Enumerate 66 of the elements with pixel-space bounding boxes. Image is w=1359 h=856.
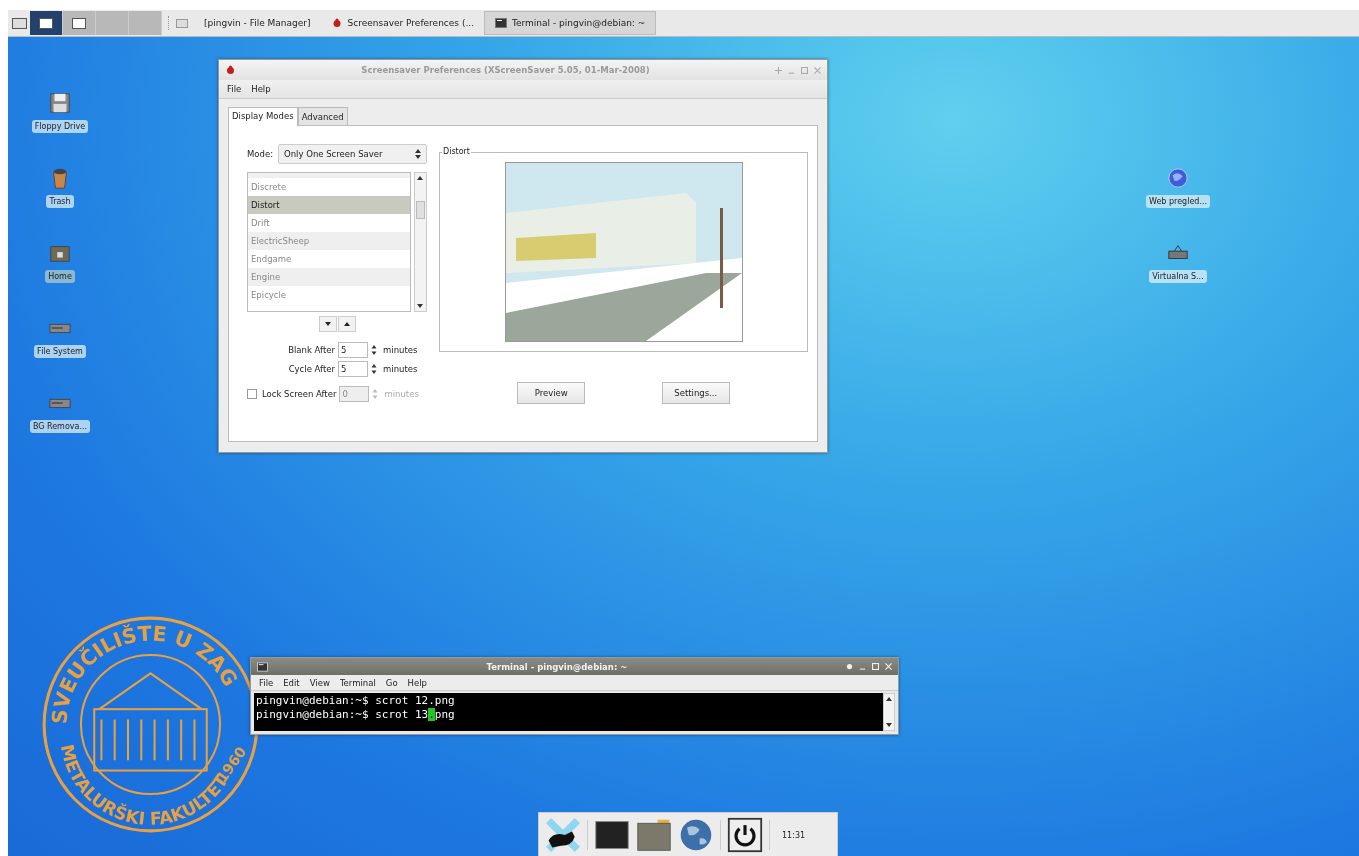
timer-label: Cycle After xyxy=(287,364,335,374)
terminal-line: png xyxy=(434,708,455,721)
desktop-icon-label[interactable]: Floppy Drive xyxy=(31,120,89,133)
globe-icon[interactable] xyxy=(1167,167,1189,189)
desktop-icon-label[interactable]: File System xyxy=(34,345,86,358)
desktop-icon-label[interactable]: Web pregled... xyxy=(1146,195,1210,208)
taskbar-task[interactable]: Terminal - pingvin@debian: ~ xyxy=(484,11,657,35)
dialog-button[interactable]: Settings... xyxy=(661,382,730,404)
taskbar-task[interactable]: [pingvin - File Manager] xyxy=(194,11,321,35)
desktop-icon-label[interactable]: Home xyxy=(45,270,75,283)
terminal-icon xyxy=(257,661,268,672)
workspace-button[interactable] xyxy=(30,11,63,35)
window-title: Screensaver Preferences (XScreenSaver 5.05, 01-Mar-2008) xyxy=(360,65,651,75)
timer-label: Lock Screen After xyxy=(262,389,337,399)
preview-title: Distort xyxy=(442,147,471,156)
clock: 11:31 xyxy=(782,830,806,840)
mode-dropdown[interactable]: Only One Screen Saver xyxy=(278,144,427,164)
terminal-line: pingvin@debian:~$ scrot 13 xyxy=(256,708,429,721)
dialog-button[interactable]: Preview xyxy=(517,382,586,404)
menu-item[interactable]: Terminal xyxy=(339,677,376,688)
menu-item[interactable]: Help xyxy=(407,677,427,688)
up-down-arrows-icon xyxy=(415,149,421,159)
window-icon xyxy=(176,18,188,28)
text-cursor: . xyxy=(428,708,435,721)
list-item[interactable]: Distort xyxy=(248,196,410,214)
move-down-button[interactable] xyxy=(318,316,337,332)
menu-item[interactable]: Go xyxy=(385,677,398,688)
spin-field[interactable]: 5 xyxy=(338,342,368,358)
terminal-icon xyxy=(495,18,507,28)
list-item[interactable]: Drift xyxy=(248,214,410,232)
scrollbar-thumb[interactable] xyxy=(416,201,425,219)
mode-label: Mode: xyxy=(247,149,274,159)
pin-icon[interactable] xyxy=(846,663,853,670)
menu-item[interactable]: Help xyxy=(251,84,271,94)
power-icon[interactable] xyxy=(727,817,763,853)
spin-arrows-icon[interactable] xyxy=(371,344,377,356)
desktop-icon-label[interactable]: Trash xyxy=(46,195,74,208)
desktop-icon-label[interactable]: BG Remova... xyxy=(29,420,91,433)
menu-item[interactable]: Edit xyxy=(283,677,300,688)
window-title: Terminal - pingvin@debian: ~ xyxy=(485,661,629,672)
menu-item[interactable]: View xyxy=(309,677,330,688)
bug-icon xyxy=(225,65,236,75)
timer-label: Blank After xyxy=(287,345,335,355)
menu-item[interactable]: File xyxy=(227,84,242,94)
list-item[interactable]: Endgame xyxy=(248,250,410,268)
list-item[interactable]: Epicycle xyxy=(248,286,410,304)
bug-icon xyxy=(330,18,343,28)
menu-item[interactable]: File xyxy=(259,677,274,688)
workspace-button[interactable] xyxy=(63,11,96,35)
spin-arrows-icon[interactable] xyxy=(371,363,377,375)
taskbar-task[interactable]: Screensaver Preferences (... xyxy=(320,11,484,35)
spin-field[interactable]: 5 xyxy=(338,361,368,377)
list-item[interactable]: Discrete xyxy=(248,178,410,196)
unit-label: minutes xyxy=(384,389,419,399)
scrollbar[interactable] xyxy=(883,693,895,731)
scrollbar[interactable] xyxy=(414,172,427,312)
globe-icon[interactable] xyxy=(678,817,714,853)
unit-label: minutes xyxy=(383,345,418,355)
move-up-button[interactable] xyxy=(337,316,356,332)
unit-label: minutes xyxy=(383,364,418,374)
desktop-icon-label[interactable]: Virtualna S... xyxy=(1149,270,1207,283)
folder-icon[interactable] xyxy=(636,817,672,853)
tab[interactable]: Display Modes xyxy=(228,107,298,126)
terminal-line: pingvin@debian:~$ scrot 12.png xyxy=(256,694,455,707)
tab[interactable]: Advanced xyxy=(297,107,348,125)
mouse-logo-icon[interactable] xyxy=(545,817,581,853)
